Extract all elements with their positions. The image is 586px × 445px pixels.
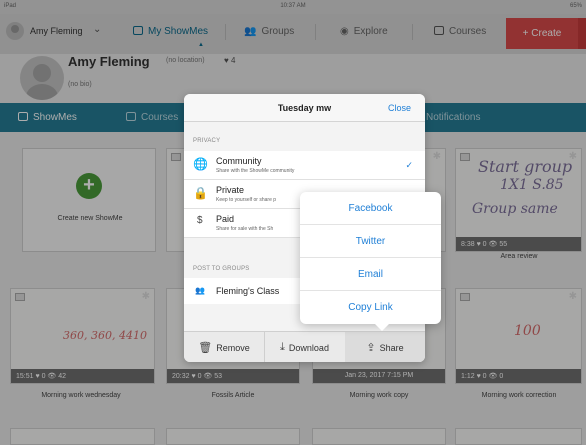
trash-icon: 🗑 [198, 342, 213, 354]
remove-button[interactable]: 🗑 Remove [184, 332, 264, 362]
share-facebook[interactable]: Facebook [300, 192, 441, 225]
checkmark-icon: ✓ [405, 160, 413, 170]
share-copy-link[interactable]: Copy Link [300, 291, 441, 324]
modal-header: Tuesday mw Close [184, 94, 425, 122]
lock-icon: 🔒 [193, 186, 208, 200]
download-button[interactable]: ⤓ Download [264, 332, 345, 362]
privacy-option-community[interactable]: 🌐 Community Share with the ShowMe commun… [184, 151, 425, 180]
close-button[interactable]: Close [388, 103, 411, 113]
option-subtitle: Share with the ShowMe community [216, 168, 295, 174]
option-title: Paid [216, 214, 235, 224]
share-button[interactable]: ⇪ Share [345, 332, 425, 362]
modal-footer: 🗑 Remove ⤓ Download ⇪ Share [184, 331, 425, 362]
share-icon: ⇪ [366, 342, 376, 354]
share-popover: Facebook Twitter Email Copy Link [300, 192, 441, 324]
globe-icon: 🌐 [193, 157, 208, 171]
option-title: Community [216, 156, 262, 166]
popover-arrow [374, 323, 390, 331]
option-subtitle: Share for sale with the Sh [216, 226, 274, 232]
dollar-icon: $ [197, 215, 203, 226]
option-title: Private [216, 185, 245, 195]
group-icon: 👥 [195, 286, 205, 295]
share-email[interactable]: Email [300, 258, 441, 291]
group-name: Fleming's Class [216, 286, 280, 296]
privacy-section-label: PRIVACY [193, 138, 221, 144]
download-icon: ⤓ [280, 341, 285, 353]
share-twitter[interactable]: Twitter [300, 225, 441, 258]
groups-section-label: POST TO GROUPS [193, 266, 250, 272]
option-subtitle: Keep to yourself or share p [216, 197, 277, 203]
